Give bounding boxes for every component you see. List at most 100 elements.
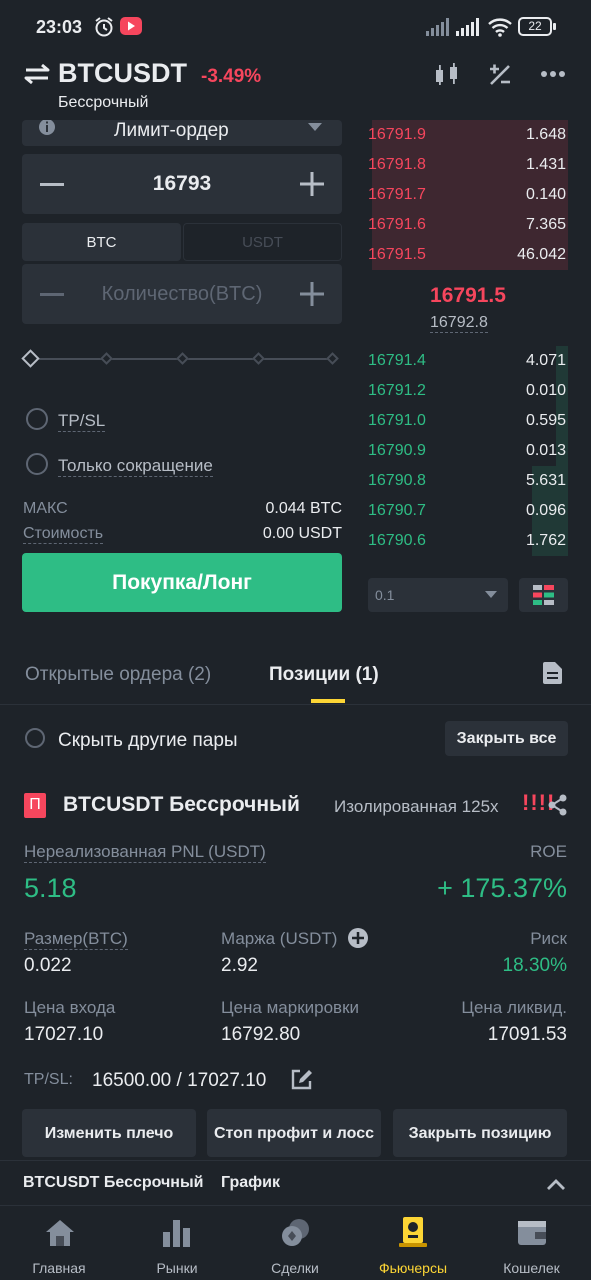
- nav-trades[interactable]: Сделки: [236, 1206, 354, 1280]
- slider-mark-25[interactable]: [100, 352, 113, 365]
- stop-profit-loss-button[interactable]: Стоп профит и лосс: [207, 1109, 381, 1157]
- cost-value: 0.00 USDT: [262, 525, 342, 542]
- roe-value: + 175.37%: [437, 873, 567, 903]
- bid-row[interactable]: 16791.2 0.010: [368, 376, 568, 406]
- price-input[interactable]: 16793: [22, 172, 342, 196]
- nav-futures[interactable]: Фьючерсы: [354, 1206, 472, 1280]
- reduce-only-radio[interactable]: [26, 453, 48, 475]
- bid-price: 16790.8: [368, 472, 426, 489]
- buy-long-button[interactable]: Покупка/Лонг: [22, 553, 342, 612]
- cost-label[interactable]: Стоимость: [23, 525, 104, 544]
- slider-mark-75[interactable]: [252, 352, 265, 365]
- leverage-slider[interactable]: [21, 348, 342, 370]
- wifi-icon: [488, 18, 512, 37]
- caret-down-icon: [485, 591, 497, 598]
- ask-row[interactable]: 16791.7 0.140: [368, 180, 568, 210]
- quantity-input[interactable]: Количество(BTC): [22, 283, 342, 306]
- add-margin-icon[interactable]: [347, 927, 369, 949]
- quantity-plus-icon[interactable]: [300, 282, 324, 306]
- last-price[interactable]: 16791.5: [368, 284, 568, 308]
- bid-row[interactable]: 16790.6 1.762: [368, 526, 568, 556]
- battery-icon: 22: [518, 17, 552, 36]
- share-icon[interactable]: [548, 794, 568, 816]
- bid-quantity: 0.096: [525, 502, 566, 519]
- chevron-up-icon[interactable]: [547, 1178, 565, 1190]
- more-icon[interactable]: [540, 70, 566, 78]
- futures-icon: [399, 1217, 427, 1247]
- pnl-label[interactable]: Нереализованная PNL (USDT): [24, 842, 266, 863]
- position-title[interactable]: BTCUSDT Бессрочный: [63, 793, 300, 817]
- wallet-icon: [518, 1221, 546, 1245]
- candlestick-chart-icon[interactable]: [433, 62, 461, 88]
- bid-quantity: 4.071: [525, 352, 566, 369]
- status-bar: 23:03 22: [0, 0, 591, 52]
- adjust-leverage-button[interactable]: Изменить плечо: [22, 1109, 196, 1157]
- bid-row[interactable]: 16791.4 4.071: [368, 346, 568, 376]
- slider-mark-100[interactable]: [326, 352, 339, 365]
- nav-wallet[interactable]: Кошелек: [472, 1206, 591, 1280]
- tpsl-radio[interactable]: [26, 408, 48, 430]
- ask-price: 16791.8: [368, 156, 426, 173]
- unit-tab-usdt[interactable]: USDT: [183, 223, 342, 261]
- nav-trades-label: Сделки: [271, 1260, 319, 1276]
- active-tab-indicator: [311, 699, 345, 703]
- risk-label: Риск: [530, 929, 567, 948]
- orders-tabs: Открытые ордера (2) Позиции (1): [0, 643, 591, 705]
- depth-step-value: 0.1: [375, 587, 395, 603]
- pnl-value: 5.18: [24, 873, 77, 903]
- calculator-icon[interactable]: [487, 62, 513, 88]
- info-icon: [39, 120, 55, 135]
- ask-price: 16791.7: [368, 186, 426, 203]
- caret-down-icon: [308, 123, 322, 131]
- order-history-icon[interactable]: [543, 662, 562, 684]
- bid-row[interactable]: 16790.7 0.096: [368, 496, 568, 526]
- ask-row[interactable]: 16791.9 1.648: [368, 120, 568, 150]
- tab-positions[interactable]: Позиции (1): [269, 664, 379, 686]
- nav-home[interactable]: Главная: [0, 1206, 118, 1280]
- entry-value: 17027.10: [24, 1024, 104, 1045]
- close-all-button[interactable]: Закрыть все: [445, 721, 568, 756]
- slider-thumb[interactable]: [21, 349, 40, 368]
- mark-price[interactable]: 16792.8: [430, 314, 488, 333]
- unit-tab-btc[interactable]: BTC: [22, 223, 181, 261]
- bid-row[interactable]: 16790.8 5.631: [368, 466, 568, 496]
- nav-markets[interactable]: Рынки: [118, 1206, 236, 1280]
- position-tpsl-label: TP/SL:: [24, 1071, 73, 1088]
- close-position-button[interactable]: Закрыть позицию: [393, 1109, 567, 1157]
- ask-row[interactable]: 16791.6 7.365: [368, 210, 568, 240]
- liq-value: 17091.53: [487, 1024, 567, 1045]
- bid-quantity: 1.762: [525, 532, 566, 549]
- reduce-only-label[interactable]: Только сокращение: [58, 456, 213, 477]
- order-type-select[interactable]: Лимит-ордер: [22, 120, 342, 146]
- buy-long-label: Покупка/Лонг: [112, 571, 252, 594]
- ask-row[interactable]: 16791.8 1.431: [368, 150, 568, 180]
- ask-quantity: 46.042: [517, 246, 566, 263]
- tab-open-orders[interactable]: Открытые ордера (2): [25, 664, 211, 686]
- slider-mark-50[interactable]: [176, 352, 189, 365]
- price-plus-icon[interactable]: [300, 172, 324, 196]
- hide-pairs-label[interactable]: Скрыть другие пары: [58, 730, 238, 752]
- pair-symbol[interactable]: BTCUSDT: [58, 58, 187, 89]
- ask-row[interactable]: 16791.5 46.042: [368, 240, 568, 270]
- bid-quantity: 0.595: [525, 412, 566, 429]
- edit-icon[interactable]: [291, 1069, 313, 1090]
- bid-row[interactable]: 16790.9 0.013: [368, 436, 568, 466]
- bid-row[interactable]: 16791.0 0.595: [368, 406, 568, 436]
- mark-value: 16792.80: [221, 1024, 301, 1045]
- orderbook-view-toggle[interactable]: [519, 578, 568, 612]
- adjust-leverage-label: Изменить плечо: [44, 1125, 174, 1142]
- price-stepper[interactable]: 16793: [22, 154, 342, 214]
- trades-icon: [282, 1219, 309, 1246]
- chart-drawer[interactable]: BTCUSDT Бессрочный График: [0, 1160, 591, 1206]
- ask-price: 16791.6: [368, 216, 426, 233]
- entry-label: Цена входа: [24, 998, 116, 1017]
- hide-pairs-radio[interactable]: [25, 728, 45, 748]
- chart-drawer-title: BTCUSDT Бессрочный: [23, 1174, 204, 1191]
- size-label[interactable]: Размер(BTC): [24, 929, 128, 950]
- bid-quantity: 5.631: [525, 472, 566, 489]
- tpsl-label[interactable]: TP/SL: [58, 411, 106, 432]
- quantity-stepper[interactable]: Количество(BTC): [22, 264, 342, 324]
- depth-step-select[interactable]: 0.1: [368, 578, 508, 612]
- swap-pair-icon[interactable]: [23, 63, 51, 85]
- close-all-label: Закрыть все: [456, 730, 557, 747]
